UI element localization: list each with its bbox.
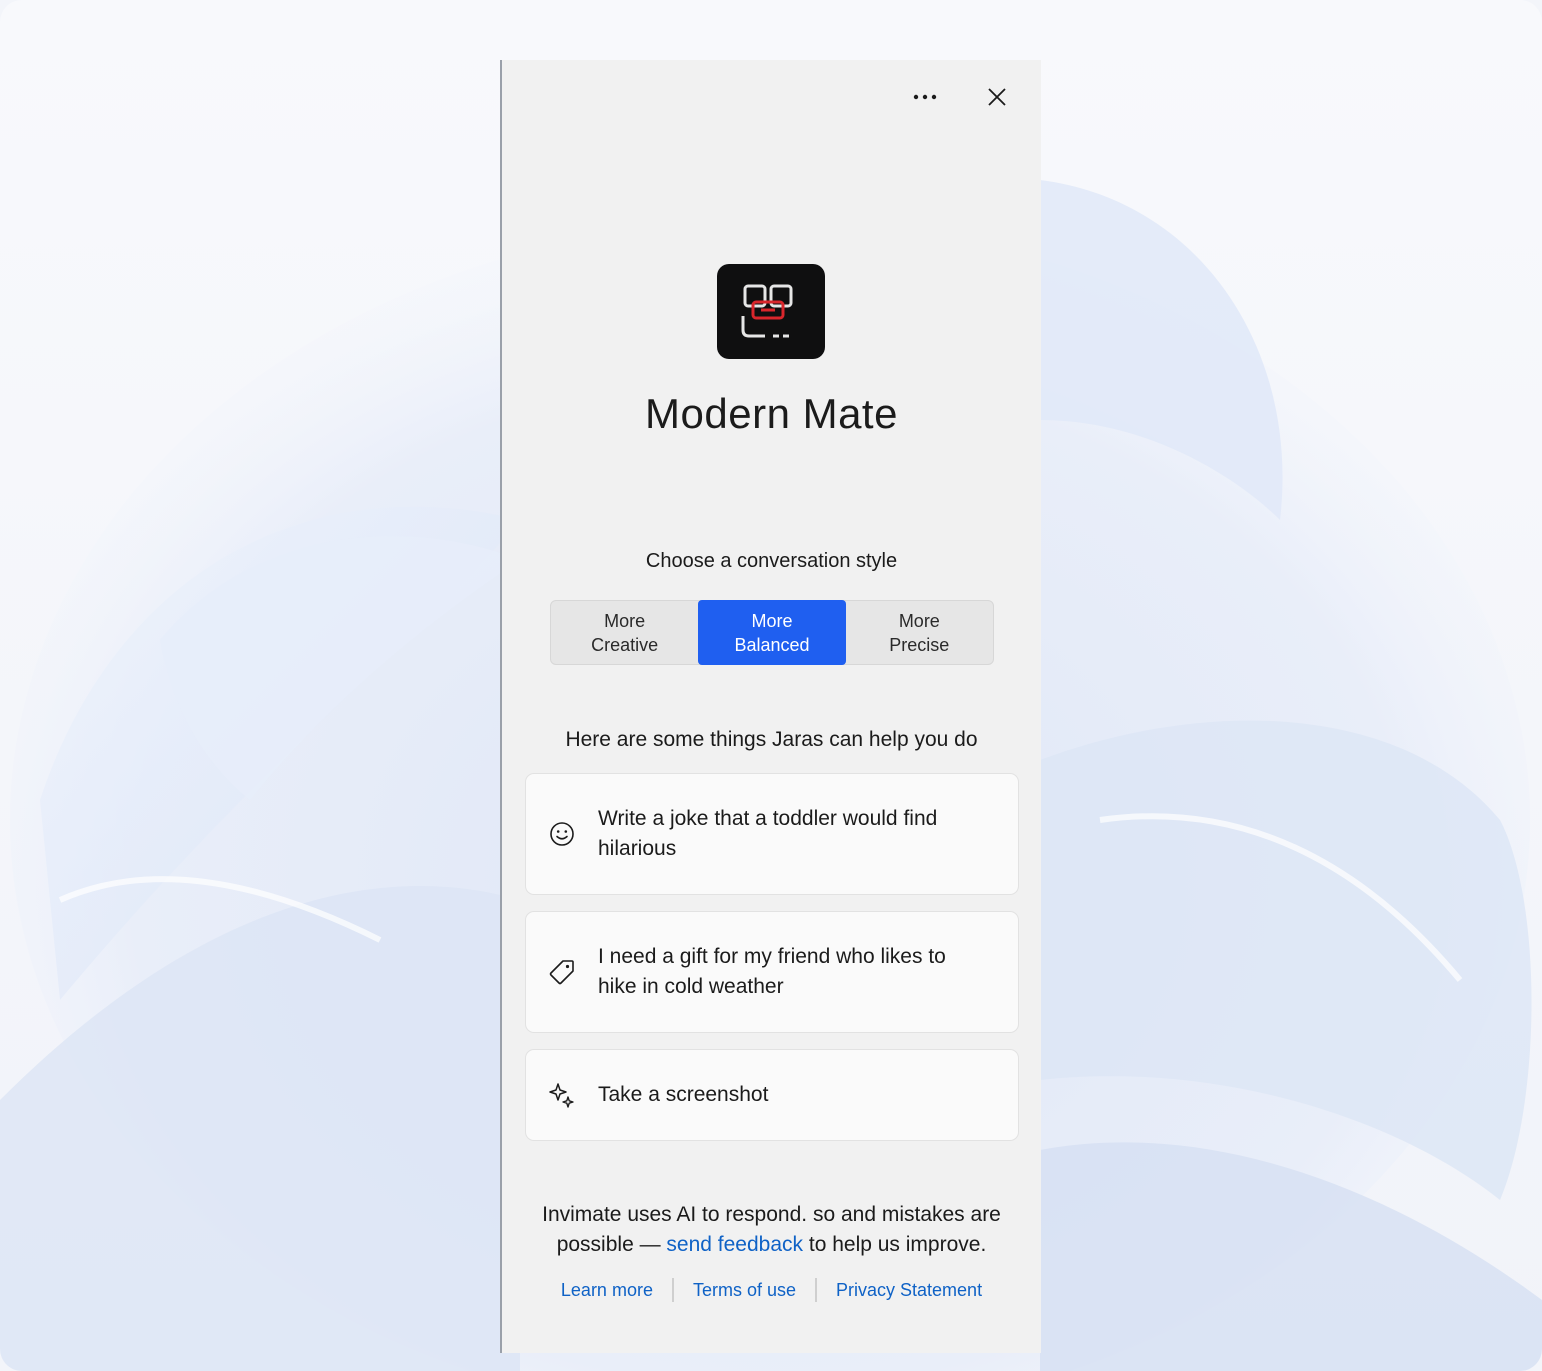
suggestion-card-gift[interactable]: I need a gift for my friend who likes to… bbox=[525, 911, 1019, 1033]
style-option-line2: Balanced bbox=[734, 634, 810, 655]
link-divider bbox=[815, 1278, 818, 1302]
terms-of-use-link[interactable]: Terms of use bbox=[693, 1280, 796, 1301]
learn-more-link[interactable]: Learn more bbox=[561, 1280, 653, 1301]
conversation-style-heading: Choose a conversation style bbox=[645, 550, 898, 572]
panel-toolbar bbox=[899, 82, 1023, 112]
style-option-balanced[interactable]: More Balanced bbox=[698, 600, 846, 665]
suggestion-card-joke[interactable]: Write a joke that a toddler would find h… bbox=[525, 773, 1019, 895]
card-icon-wrap bbox=[526, 821, 598, 847]
suggestion-card-screenshot[interactable]: Take a screenshot bbox=[525, 1049, 1019, 1141]
send-feedback-link[interactable]: send feedback bbox=[666, 1233, 803, 1256]
close-button[interactable] bbox=[971, 82, 1023, 112]
footer-links: Learn more Terms of use Privacy Statemen… bbox=[502, 1278, 1041, 1302]
suggestion-text: I need a gift for my friend who likes to… bbox=[598, 945, 946, 998]
smiley-icon bbox=[550, 822, 574, 846]
close-icon bbox=[988, 88, 1006, 106]
disclaimer-text-after: to help us improve. bbox=[803, 1233, 987, 1256]
more-horizontal-icon bbox=[913, 94, 937, 100]
app-title: Modern Mate bbox=[645, 390, 898, 437]
style-option-line1: More bbox=[751, 610, 793, 631]
more-options-button[interactable] bbox=[899, 82, 951, 112]
conversation-style-selector: More Creative More Balanced More Precise bbox=[550, 600, 994, 665]
app-logo-icon bbox=[741, 284, 793, 337]
style-option-line2: Precise bbox=[889, 634, 950, 655]
app-logo bbox=[717, 264, 825, 359]
style-option-line1: More bbox=[898, 610, 940, 631]
sparkle-icon bbox=[549, 1083, 574, 1108]
suggestions-heading: Here are some things Jaras can help you … bbox=[565, 728, 978, 751]
style-option-line2: Creative bbox=[591, 634, 659, 655]
link-divider bbox=[671, 1278, 674, 1302]
ai-disclaimer: Invimate uses AI to respond. so and mist… bbox=[502, 1200, 1041, 1260]
style-option-line1: More bbox=[604, 610, 646, 631]
privacy-statement-link[interactable]: Privacy Statement bbox=[836, 1280, 982, 1301]
card-icon-wrap bbox=[526, 1082, 598, 1108]
card-icon-wrap bbox=[526, 959, 598, 985]
assistant-panel: Modern Mate Choose a conversation style … bbox=[500, 60, 1041, 1353]
suggestion-text: Take a screenshot bbox=[598, 1083, 769, 1106]
suggestion-text: Write a joke that a toddler would find h… bbox=[598, 807, 938, 860]
style-option-precise[interactable]: More Precise bbox=[846, 601, 993, 664]
tag-icon bbox=[549, 960, 574, 985]
style-option-creative[interactable]: More Creative bbox=[551, 601, 698, 664]
